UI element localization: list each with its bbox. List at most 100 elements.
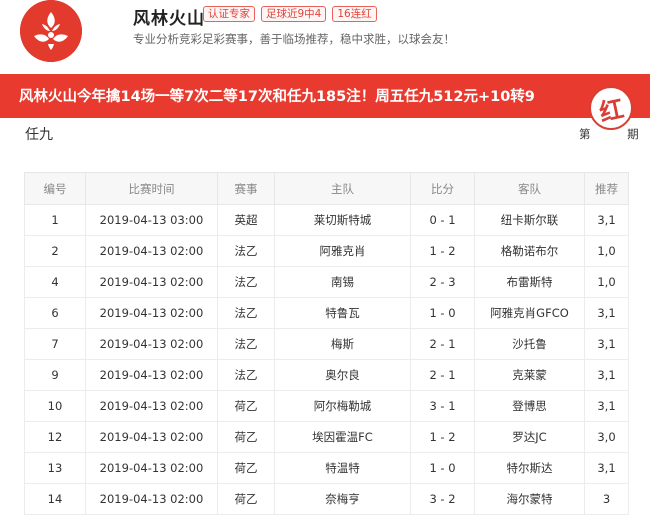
- recommendation-cell: 3,1: [584, 390, 629, 422]
- score-cell: 2 - 1: [410, 328, 475, 360]
- avatar[interactable]: [20, 0, 82, 62]
- expert-header: 风林火山 认证专家 足球近9中4 16连红 专业分析竞彩足彩赛事，善于临场推荐，…: [0, 0, 650, 72]
- league-cell: 法乙: [217, 328, 275, 360]
- match-time-cell: 2019-04-13 03:00: [85, 204, 218, 236]
- away-team-cell: 登博思: [474, 390, 585, 422]
- recommendation-cell: 3,0: [584, 421, 629, 453]
- away-team-cell: 克莱蒙: [474, 359, 585, 391]
- match-number-cell: 1: [24, 204, 86, 236]
- table-row: 9 2019-04-13 02:00 法乙 奥尔良 2 - 1 克莱蒙 3,1: [24, 359, 629, 391]
- home-team-cell: 梅斯: [274, 328, 411, 360]
- announcement-banner: 风林火山今年擒14场一等7次二等17次和任九185注！周五任九512元+10转9: [0, 74, 650, 118]
- table-header-row: 编号 比赛时间 赛事 主队 比分 客队 推荐: [24, 172, 629, 205]
- league-cell: 法乙: [217, 297, 275, 329]
- league-cell: 荷乙: [217, 390, 275, 422]
- red-hit-stamp-icon: 红: [589, 86, 633, 130]
- match-number-cell: 9: [24, 359, 86, 391]
- home-team-cell: 阿雅克肖: [274, 235, 411, 267]
- match-number-cell: 14: [24, 483, 86, 515]
- recommendation-cell: 3,1: [584, 452, 629, 484]
- score-cell: 3 - 2: [410, 483, 475, 515]
- match-number-cell: 6: [24, 297, 86, 329]
- home-team-cell: 阿尔梅勒城: [274, 390, 411, 422]
- table-row: 4 2019-04-13 02:00 法乙 南锡 2 - 3 布雷斯特 1,0: [24, 266, 629, 298]
- prediction-table: 编号 比赛时间 赛事 主队 比分 客队 推荐 1 2019-04-13 03:00 英超 莱切斯特…: [24, 172, 629, 515]
- home-team-cell: 莱切斯特城: [274, 204, 411, 236]
- score-cell: 1 - 2: [410, 421, 475, 453]
- score-cell: 0 - 1: [410, 204, 475, 236]
- away-team-cell: 海尔蒙特: [474, 483, 585, 515]
- match-time-cell: 2019-04-13 02:00: [85, 266, 218, 298]
- col-league-header: 赛事: [217, 172, 275, 205]
- away-team-cell: 罗达JC: [474, 421, 585, 453]
- recommendation-cell: 3,1: [584, 328, 629, 360]
- away-team-cell: 格勒诺布尔: [474, 235, 585, 267]
- table-row: 12 2019-04-13 02:00 荷乙 埃因霍温FC 1 - 2 罗达JC 3,0: [24, 421, 629, 453]
- score-cell: 1 - 0: [410, 297, 475, 329]
- expert-description: 专业分析竞彩足彩赛事，善于临场推荐，稳中求胜，以球会友！: [133, 32, 455, 46]
- home-team-cell: 奈梅亨: [274, 483, 411, 515]
- league-cell: 法乙: [217, 235, 275, 267]
- table-row: 7 2019-04-13 02:00 法乙 梅斯 2 - 1 沙托鲁 3,1: [24, 328, 629, 360]
- col-away-team-header: 客队: [474, 172, 585, 205]
- game-type-title: 任九: [25, 127, 53, 143]
- match-number-cell: 12: [24, 421, 86, 453]
- table-row: 6 2019-04-13 02:00 法乙 特鲁瓦 1 - 0 阿雅克肖GFCO 3,1: [24, 297, 629, 329]
- score-cell: 2 - 3: [410, 266, 475, 298]
- match-number-cell: 13: [24, 452, 86, 484]
- issue-suffix: 期: [627, 127, 639, 141]
- match-number-cell: 10: [24, 390, 86, 422]
- table-row: 14 2019-04-13 02:00 荷乙 奈梅亨 3 - 2 海尔蒙特 3: [24, 483, 629, 515]
- away-team-cell: 布雷斯特: [474, 266, 585, 298]
- col-score-header: 比分: [410, 172, 475, 205]
- league-cell: 荷乙: [217, 483, 275, 515]
- score-cell: 2 - 1: [410, 359, 475, 391]
- league-cell: 荷乙: [217, 421, 275, 453]
- col-recommendation-header: 推荐: [584, 172, 629, 205]
- match-number-cell: 4: [24, 266, 86, 298]
- away-team-cell: 特尔斯达: [474, 452, 585, 484]
- match-time-cell: 2019-04-13 02:00: [85, 297, 218, 329]
- match-time-cell: 2019-04-13 02:00: [85, 421, 218, 453]
- league-cell: 法乙: [217, 359, 275, 391]
- home-team-cell: 特温特: [274, 452, 411, 484]
- banner-text: 风林火山今年擒14场一等7次二等17次和任九185注！周五任九512元+10转9: [19, 89, 535, 105]
- match-time-cell: 2019-04-13 02:00: [85, 235, 218, 267]
- match-number-cell: 2: [24, 235, 86, 267]
- away-team-cell: 阿雅克肖GFCO: [474, 297, 585, 329]
- col-number-header: 编号: [24, 172, 86, 205]
- score-cell: 1 - 2: [410, 235, 475, 267]
- recommendation-cell: 3,1: [584, 204, 629, 236]
- recommendation-cell: 3,1: [584, 359, 629, 391]
- expert-name[interactable]: 风林火山: [133, 4, 205, 29]
- score-cell: 1 - 0: [410, 452, 475, 484]
- match-time-cell: 2019-04-13 02:00: [85, 452, 218, 484]
- badge-record: 足球近9中4: [261, 6, 327, 22]
- table-row: 1 2019-04-13 03:00 英超 莱切斯特城 0 - 1 纽卡斯尔联 3,1: [24, 204, 629, 236]
- league-cell: 荷乙: [217, 452, 275, 484]
- table-row: 2 2019-04-13 02:00 法乙 阿雅克肖 1 - 2 格勒诺布尔 1,0: [24, 235, 629, 267]
- home-team-cell: 奥尔良: [274, 359, 411, 391]
- home-team-cell: 南锡: [274, 266, 411, 298]
- table-body: 1 2019-04-13 03:00 英超 莱切斯特城 0 - 1 纽卡斯尔联 3,1 2 20…: [24, 204, 629, 515]
- badge-list: 认证专家 足球近9中4 16连红: [203, 6, 377, 22]
- away-team-cell: 沙托鲁: [474, 328, 585, 360]
- match-time-cell: 2019-04-13 02:00: [85, 328, 218, 360]
- league-cell: 法乙: [217, 266, 275, 298]
- match-time-cell: 2019-04-13 02:00: [85, 359, 218, 391]
- match-time-cell: 2019-04-13 02:00: [85, 483, 218, 515]
- col-match-time-header: 比赛时间: [85, 172, 218, 205]
- score-cell: 3 - 1: [410, 390, 475, 422]
- col-home-team-header: 主队: [274, 172, 411, 205]
- crest-logo-icon: [20, 0, 82, 62]
- recommendation-cell: 3,1: [584, 297, 629, 329]
- badge-streak: 16连红: [332, 6, 377, 22]
- recommendation-cell: 3: [584, 483, 629, 515]
- match-time-cell: 2019-04-13 02:00: [85, 390, 218, 422]
- table-row: 13 2019-04-13 02:00 荷乙 特温特 1 - 0 特尔斯达 3,1: [24, 452, 629, 484]
- recommendation-cell: 1,0: [584, 266, 629, 298]
- badge-certified: 认证专家: [203, 6, 255, 22]
- match-number-cell: 7: [24, 328, 86, 360]
- home-team-cell: 埃因霍温FC: [274, 421, 411, 453]
- stamp-label: 红: [596, 94, 627, 128]
